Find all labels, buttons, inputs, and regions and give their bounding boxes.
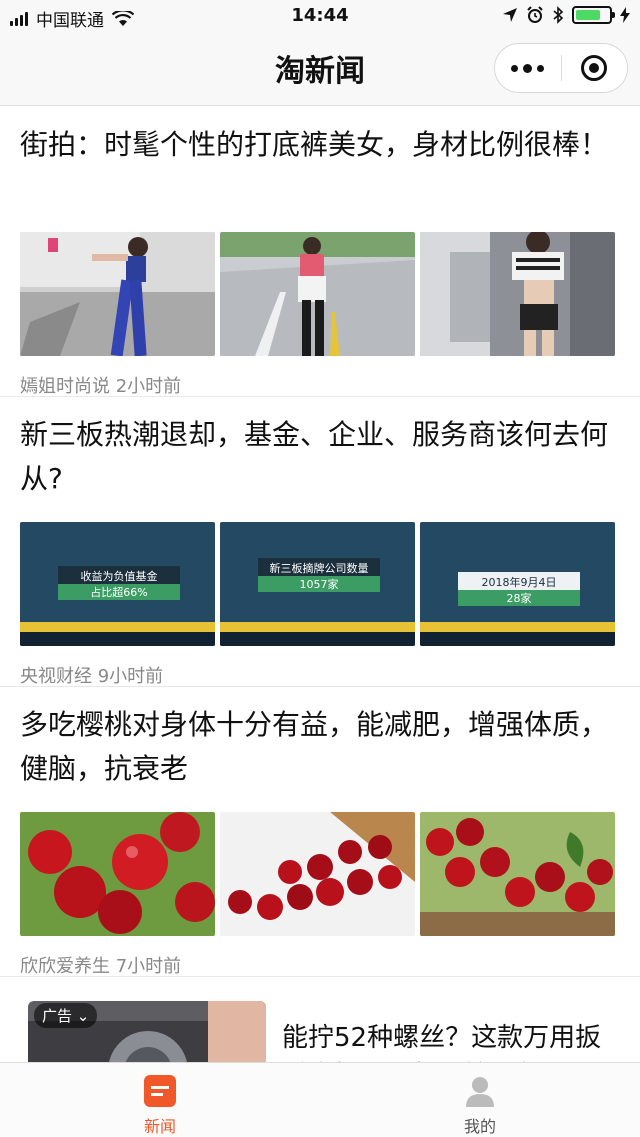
- article-meta: 嫣姐时尚说 2小时前: [20, 372, 620, 398]
- news-icon: [144, 1075, 176, 1107]
- status-right: [502, 6, 630, 24]
- nav-bar: 淘新闻: [0, 34, 640, 106]
- article-thumbnail[interactable]: [20, 812, 215, 936]
- location-icon: [503, 8, 517, 22]
- article-title[interactable]: 街拍：时髦个性的打底裤美女，身材比例很棒！: [20, 123, 620, 211]
- ad-tag-label: 广告: [42, 1007, 73, 1025]
- article-thumbnail[interactable]: 2018年9月4日 28家: [420, 522, 615, 646]
- article-source: 欣欣爱养生: [20, 956, 110, 977]
- article-meta: 欣欣爱养生 7小时前: [20, 952, 620, 978]
- article-time: 7小时前: [115, 956, 182, 977]
- chevron-down-icon: ⌄: [76, 1007, 90, 1025]
- thumb-caption: 2018年9月4日: [482, 575, 557, 589]
- more-options-button[interactable]: [495, 44, 561, 92]
- article-thumbnail[interactable]: [20, 232, 215, 356]
- article-source: 嫣姐时尚说: [20, 376, 110, 397]
- user-icon: [466, 1077, 494, 1107]
- article-title[interactable]: 新三板热潮退却，基金、企业、服务商该何去何从?: [20, 413, 620, 501]
- article-thumbnails: [20, 812, 620, 936]
- mini-program-capsule: [494, 43, 628, 93]
- tab-news-label: 新闻: [143, 1117, 176, 1136]
- thumb-caption: 收益为负值基金: [81, 569, 158, 583]
- close-mini-program-button[interactable]: [562, 44, 628, 92]
- tab-me[interactable]: 我的: [320, 1063, 640, 1137]
- status-bar: 中国联通 14:44: [0, 0, 640, 34]
- article-source: 央视财经: [20, 666, 92, 687]
- article-card[interactable]: 多吃樱桃对身体十分有益，能减肥，增强体质，健脑，抗衰老 欣欣爱养生 7小时前: [0, 687, 640, 977]
- article-thumbnail[interactable]: 新三板摘牌公司数量 1057家: [220, 522, 415, 646]
- target-icon: [581, 55, 608, 81]
- article-thumbnail[interactable]: [220, 812, 415, 936]
- article-thumbnail[interactable]: [220, 232, 415, 356]
- tab-bar: 新闻 我的: [0, 1062, 640, 1137]
- thumb-subcaption: 28家: [507, 591, 532, 605]
- article-thumbnail[interactable]: [420, 812, 615, 936]
- article-time: 2小时前: [115, 376, 182, 397]
- article-meta: 央视财经 9小时前: [20, 662, 620, 688]
- article-thumbnails: [20, 232, 620, 356]
- article-time: 9小时前: [97, 666, 164, 687]
- charging-icon: [620, 7, 630, 23]
- news-feed: 街拍：时髦个性的打底裤美女，身材比例很棒！ 嫣姐时尚说 2小时前 新三板热潮退却…: [0, 107, 640, 1129]
- tab-news[interactable]: 新闻: [0, 1063, 320, 1137]
- tab-me-label: 我的: [463, 1117, 496, 1136]
- alarm-icon: [527, 6, 543, 23]
- article-card[interactable]: 街拍：时髦个性的打底裤美女，身材比例很棒！ 嫣姐时尚说 2小时前: [0, 107, 640, 397]
- article-card[interactable]: 新三板热潮退却，基金、企业、服务商该何去何从? 收益为负值基金 占比超66% 新…: [0, 397, 640, 687]
- thumb-subcaption: 1057家: [300, 577, 339, 591]
- battery-icon: [572, 6, 615, 24]
- thumb-caption: 新三板摘牌公司数量: [270, 561, 369, 575]
- article-thumbnail[interactable]: [420, 232, 615, 356]
- bluetooth-icon: [553, 6, 564, 24]
- ad-tag[interactable]: 广告 ⌄: [34, 1003, 98, 1028]
- article-thumbnails: 收益为负值基金 占比超66% 新三板摘牌公司数量 1057家 2018年9月4日…: [20, 522, 620, 646]
- thumb-subcaption: 占比超66%: [90, 585, 147, 599]
- article-title[interactable]: 多吃樱桃对身体十分有益，能减肥，增强体质，健脑，抗衰老: [20, 703, 620, 791]
- article-thumbnail[interactable]: 收益为负值基金 占比超66%: [20, 522, 215, 646]
